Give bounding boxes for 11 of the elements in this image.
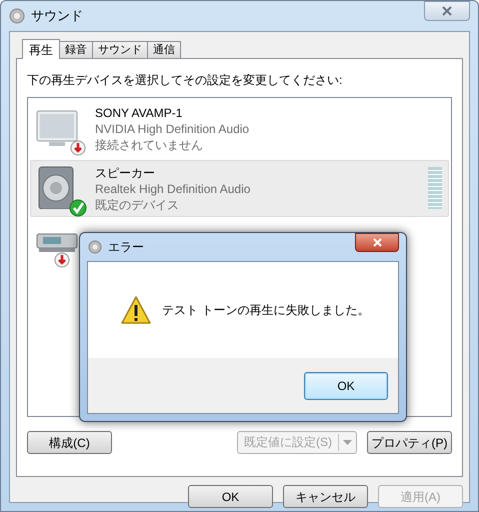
instruction-text: 下の再生デバイスを選択してその設定を変更してください: xyxy=(27,72,344,89)
dialog-title: エラー xyxy=(108,239,144,256)
device-name: SONY AVAMP-1 xyxy=(95,105,184,121)
error-message: テスト トーンの再生に失敗しました。 xyxy=(162,302,370,319)
device-status: 接続されていません xyxy=(95,137,204,153)
set-default-label: 既定値に設定(S) xyxy=(243,434,333,451)
device-name: スピーカー xyxy=(95,165,156,181)
device-status: 既定のデバイス xyxy=(95,197,180,213)
driver-name: NVIDIA High Definition Audio xyxy=(95,121,250,137)
driver-name: Realtek High Definition Audio xyxy=(95,181,250,197)
window-title: サウンド xyxy=(31,7,83,26)
